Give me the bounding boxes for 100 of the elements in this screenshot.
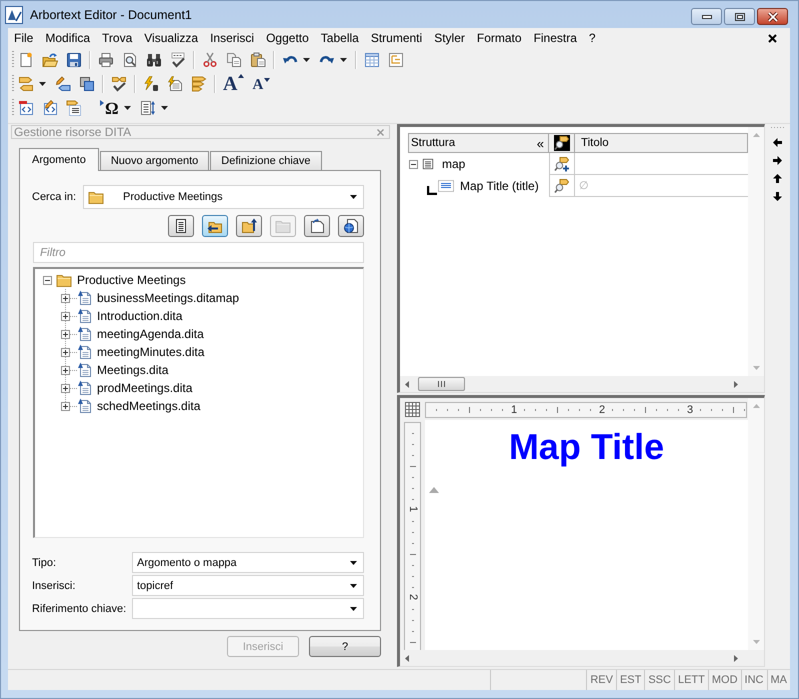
app-icon[interactable]: [5, 6, 23, 24]
tab[interactable]: Nuovo argomento: [100, 151, 210, 170]
save-icon[interactable]: [66, 52, 82, 68]
menu-item[interactable]: Oggetto: [260, 29, 315, 47]
list-view-button[interactable]: [168, 215, 194, 237]
refresh-button[interactable]: [304, 215, 330, 237]
tree-item[interactable]: schedMeetings.dita: [97, 399, 200, 413]
expand-icon[interactable]: [61, 402, 70, 410]
column-header[interactable]: [549, 133, 575, 153]
scrollbar-thumb[interactable]: [418, 377, 465, 391]
open-folder-icon[interactable]: [42, 52, 58, 68]
menu-item[interactable]: ?: [582, 29, 602, 47]
menu-item[interactable]: File: [8, 29, 40, 47]
menu-item[interactable]: Styler: [428, 29, 471, 47]
pencil-markup-icon[interactable]: [42, 100, 58, 116]
tag-list-icon[interactable]: [66, 100, 82, 116]
filter-field[interactable]: Filtro: [33, 242, 364, 263]
menu-item[interactable]: Visualizza: [138, 29, 204, 47]
up-folder-button[interactable]: [236, 215, 262, 237]
caret-icon[interactable]: [39, 82, 46, 86]
tree-item[interactable]: map: [442, 157, 466, 171]
paste-icon[interactable]: [250, 52, 266, 68]
print-preview-icon[interactable]: [122, 52, 138, 68]
folder-dropdown[interactable]: Productive Meetings: [83, 185, 364, 209]
expand-icon[interactable]: [61, 384, 70, 392]
menu-item[interactable]: Modifica: [39, 29, 96, 47]
scroll-right-icon[interactable]: [734, 380, 738, 388]
scroll-left-icon[interactable]: [405, 654, 409, 662]
document-icon: [77, 344, 93, 360]
symbol-button[interactable]: Ω: [100, 100, 119, 116]
caret-icon[interactable]: [124, 106, 131, 110]
tree-item[interactable]: businessMeetings.ditamap: [97, 291, 240, 305]
menu-item[interactable]: Formato: [470, 29, 528, 47]
status-indicator: SSC: [645, 670, 675, 690]
pencil-tag-icon[interactable]: [55, 76, 71, 92]
field-label: Riferimento chiave:: [32, 602, 128, 614]
expand-icon[interactable]: [61, 348, 70, 356]
caret-icon[interactable]: [303, 58, 310, 62]
new-document-icon[interactable]: [18, 52, 34, 68]
scroll-right-icon[interactable]: [734, 654, 738, 662]
file-tree[interactable]: Productive Meetings businessMeetings.ditamap Introduction.dita meetingAgenda.dita meetingMinutes.dita Meetings.dita prodMeetings.dita schedMeetings.dita: [33, 267, 364, 538]
tree-item[interactable]: Introduction.dita: [97, 309, 182, 323]
collapse-icon[interactable]: [43, 276, 52, 284]
collapse-icon[interactable]: [409, 160, 418, 168]
tab[interactable]: Definizione chiave: [210, 151, 322, 170]
table-icon[interactable]: [364, 52, 380, 68]
menu-item[interactable]: Trova: [96, 29, 138, 47]
minimize-button[interactable]: [691, 8, 722, 25]
scissors-icon[interactable]: [202, 52, 218, 68]
scroll-left-icon[interactable]: [405, 380, 409, 388]
copy-icon[interactable]: [226, 52, 242, 68]
tag-magnifier-icon[interactable]: [554, 178, 570, 194]
sort-list-icon[interactable]: [140, 100, 156, 116]
grid-icon[interactable]: [405, 402, 420, 416]
tree-item[interactable]: Meetings.dita: [97, 363, 168, 377]
dropdown[interactable]: Argomento o mappa: [132, 552, 364, 573]
dropdown[interactable]: topicref: [132, 575, 364, 596]
caret-icon[interactable]: [160, 106, 168, 110]
font-grow-button[interactable]: A: [223, 74, 244, 94]
markup-document-icon[interactable]: [18, 100, 34, 116]
right-arrow-icon[interactable]: [773, 156, 782, 165]
lightning-document-icon[interactable]: [167, 76, 183, 92]
tree-item[interactable]: meetingMinutes.dita: [97, 345, 204, 359]
menu-item[interactable]: Strumenti: [364, 29, 428, 47]
column-header[interactable]: Titolo: [575, 133, 748, 153]
tab[interactable]: Argomento: [19, 148, 99, 171]
close-icon[interactable]: [768, 34, 777, 42]
menu-item[interactable]: Inserisci: [204, 29, 260, 47]
tree-item[interactable]: Productive Meetings: [77, 273, 186, 287]
tree-item[interactable]: prodMeetings.dita: [97, 381, 192, 395]
spellcheck-icon[interactable]: [170, 52, 186, 68]
maximize-button[interactable]: [724, 8, 755, 25]
collapse-button[interactable]: «: [536, 136, 544, 150]
menu-item[interactable]: Tabella: [314, 29, 365, 47]
web-button[interactable]: [338, 215, 364, 237]
left-arrow-icon[interactable]: [773, 138, 782, 147]
close-button[interactable]: [757, 8, 788, 25]
caret-icon[interactable]: [340, 58, 347, 62]
tag-magnifier-plus-icon[interactable]: [554, 156, 570, 172]
down-arrow-icon[interactable]: [773, 192, 782, 201]
back-button[interactable]: [202, 215, 228, 237]
tags-check-icon[interactable]: [111, 76, 127, 92]
tree-view-icon[interactable]: [388, 52, 404, 68]
help-button[interactable]: ?: [309, 636, 381, 657]
split-tags-icon[interactable]: [18, 76, 34, 92]
column-header[interactable]: Struttura «: [408, 133, 549, 153]
expand-icon[interactable]: [61, 312, 70, 320]
expand-icon[interactable]: [61, 330, 70, 338]
expand-icon[interactable]: [61, 366, 70, 374]
lightning-icon[interactable]: [143, 76, 159, 92]
tree-item[interactable]: Map Title (title): [460, 179, 539, 193]
expand-icon[interactable]: [61, 294, 70, 302]
up-arrow-icon[interactable]: [773, 174, 782, 183]
font-shrink-button[interactable]: A: [252, 78, 270, 93]
stacked-tags-icon[interactable]: [191, 76, 207, 92]
printer-icon[interactable]: [98, 52, 114, 68]
binoculars-icon[interactable]: [146, 52, 162, 68]
menu-item[interactable]: Finestra: [528, 29, 583, 47]
tree-item[interactable]: meetingAgenda.dita: [97, 327, 204, 341]
overlapping-squares-icon[interactable]: [79, 76, 95, 92]
